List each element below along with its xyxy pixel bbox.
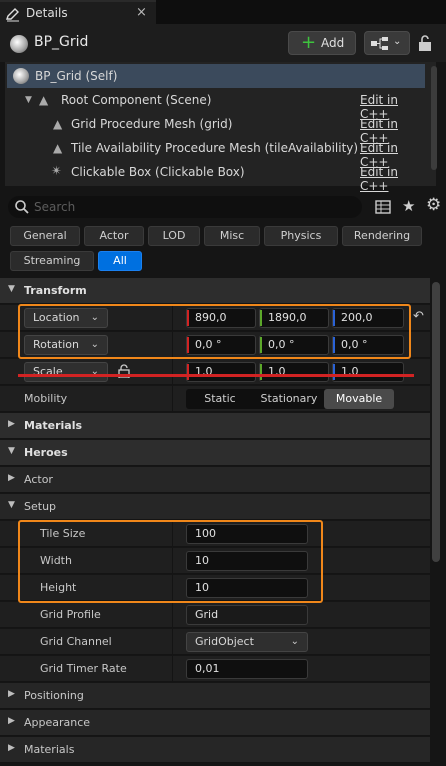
caret-right-icon: ▶ <box>8 716 15 726</box>
tab-details[interactable]: Details × <box>0 0 156 24</box>
reset-to-default-icon[interactable]: ↶ <box>413 309 424 324</box>
caret-right-icon: ▶ <box>8 743 15 753</box>
tree-item-grid[interactable]: ▲ Grid Procedure Mesh (grid) Edit in C++ <box>5 112 425 145</box>
grid-channel-value: GridObject <box>195 635 254 648</box>
category-heroes[interactable]: ▼ Heroes <box>0 440 430 466</box>
filter-lod[interactable]: LOD <box>148 226 200 246</box>
subcategory-setup[interactable]: ▼ Setup <box>0 494 430 520</box>
chevron-down-icon: ⌄ <box>290 636 299 647</box>
row-grid-channel: Grid Channel GridObject ⌄ <box>0 629 430 655</box>
search-input[interactable] <box>34 198 354 216</box>
subcategory-appearance[interactable]: ▶ Appearance <box>0 710 430 736</box>
filter-general[interactable]: General <box>10 226 80 246</box>
table-view-icon[interactable] <box>375 199 391 215</box>
tree-scrollbar[interactable] <box>431 66 437 170</box>
details-scrollbar[interactable] <box>432 282 440 562</box>
tree-item-label: Tile Availability Procedure Mesh (tileAv… <box>71 141 359 155</box>
tree-item-label: Grid Procedure Mesh (grid) <box>71 117 233 131</box>
caret-down-icon: ▼ <box>25 95 32 105</box>
chevron-down-icon: ⌄ <box>90 366 99 377</box>
caret-down-icon: ▼ <box>8 500 15 510</box>
subcategory-label: Actor <box>24 473 53 486</box>
search-box[interactable] <box>8 196 362 218</box>
category-label: Transform <box>24 284 87 297</box>
blueprint-icon <box>10 35 28 53</box>
mobility-static[interactable]: Static <box>186 389 254 409</box>
mobility-stationary[interactable]: Stationary <box>254 389 324 409</box>
grid-profile-field[interactable]: Grid <box>186 605 308 625</box>
subcategory-materials[interactable]: ▶ Materials <box>0 737 430 763</box>
mesh-component-icon: ▲ <box>53 141 63 155</box>
chevron-down-icon: ⌄ <box>393 36 402 47</box>
row-grid-timer-rate: Grid Timer Rate 0,01 <box>0 656 430 682</box>
mobility-label: Mobility <box>24 392 68 405</box>
scale-mode-dropdown[interactable]: Scale ⌄ <box>24 362 108 382</box>
highlight-location-rotation <box>18 304 411 359</box>
tree-item-clickable-box[interactable]: ✴ Clickable Box (Clickable Box) Edit in … <box>5 160 425 193</box>
filter-streaming[interactable]: Streaming <box>10 251 94 271</box>
mobility-movable[interactable]: Movable <box>324 389 394 409</box>
tree-item-label: BP_Grid (Self) <box>35 69 118 83</box>
box-component-icon: ✴ <box>51 164 62 179</box>
close-icon[interactable]: × <box>136 5 147 20</box>
tree-item-root[interactable]: ▼ ▲ Root Component (Scene) Edit in C++ <box>5 88 425 121</box>
caret-right-icon: ▶ <box>8 419 15 429</box>
grid-timer-rate-field[interactable]: 0,01 <box>186 659 308 679</box>
blueprint-options-button[interactable]: ⌄ <box>364 31 410 55</box>
component-tree: BP_Grid (Self) ▼ ▲ Root Component (Scene… <box>5 62 437 193</box>
tree-item-label: Clickable Box (Clickable Box) <box>71 165 245 179</box>
subcategory-label: Positioning <box>24 689 84 702</box>
grid-timer-rate-label: Grid Timer Rate <box>40 662 127 675</box>
filter-misc[interactable]: Misc <box>204 226 260 246</box>
filter-all[interactable]: All <box>98 251 142 271</box>
grid-channel-label: Grid Channel <box>40 635 112 648</box>
row-scale: Scale ⌄ 1,0 1,0 1,0 <box>0 359 430 385</box>
scale-y-field[interactable]: 1,0 <box>259 362 329 382</box>
grid-profile-label: Grid Profile <box>40 608 101 621</box>
category-label: Materials <box>24 419 83 432</box>
row-mobility: Mobility Static Stationary Movable <box>0 386 430 412</box>
settings-gear-icon[interactable]: ⚙ <box>426 195 441 215</box>
tab-bar: Details × <box>0 0 446 24</box>
grid-channel-dropdown[interactable]: GridObject ⌄ <box>186 632 308 652</box>
tab-title: Details <box>26 6 68 20</box>
caret-right-icon: ▶ <box>8 689 15 699</box>
filter-actor[interactable]: Actor <box>84 226 144 246</box>
category-materials[interactable]: ▶ Materials <box>0 413 430 439</box>
subcategory-label: Setup <box>24 500 57 513</box>
favorite-star-icon[interactable]: ★ <box>402 197 415 215</box>
add-component-button[interactable]: + Add <box>288 31 356 55</box>
caret-right-icon: ▶ <box>8 473 15 483</box>
hierarchy-icon <box>371 37 388 50</box>
lock-icon[interactable] <box>418 34 432 52</box>
filter-rendering[interactable]: Rendering <box>342 226 422 246</box>
tree-item-label: Root Component (Scene) <box>61 93 212 107</box>
subcategory-label: Materials <box>24 743 75 756</box>
caret-down-icon: ▼ <box>8 446 15 456</box>
scale-x-field[interactable]: 1,0 <box>186 362 256 382</box>
blueprint-title: BP_Grid <box>34 34 89 50</box>
edit-in-cpp-link[interactable]: Edit in C++ <box>360 165 425 193</box>
subcategory-actor[interactable]: ▶ Actor <box>0 467 430 493</box>
blueprint-icon <box>13 68 29 84</box>
tree-item-tile-availability[interactable]: ▲ Tile Availability Procedure Mesh (tile… <box>5 136 425 169</box>
caret-down-icon: ▼ <box>8 284 15 294</box>
strike-through-annotation <box>18 374 414 377</box>
scene-component-icon: ▲ <box>39 93 49 107</box>
subcategory-label: Appearance <box>24 716 91 729</box>
search-icon <box>15 200 29 214</box>
category-label: Heroes <box>24 446 68 459</box>
subcategory-positioning[interactable]: ▶ Positioning <box>0 683 430 709</box>
row-grid-profile: Grid Profile Grid <box>0 602 430 628</box>
category-transform[interactable]: ▼ Transform <box>0 278 430 304</box>
highlight-tile-setup <box>18 520 323 603</box>
add-label: Add <box>321 36 345 50</box>
mesh-component-icon: ▲ <box>53 117 63 131</box>
tree-item-self[interactable]: BP_Grid (Self) <box>7 64 425 88</box>
filter-physics[interactable]: Physics <box>264 226 338 246</box>
scale-z-field[interactable]: 1,0 <box>332 362 404 382</box>
plus-icon: + <box>301 32 317 53</box>
pencil-icon <box>6 8 19 22</box>
